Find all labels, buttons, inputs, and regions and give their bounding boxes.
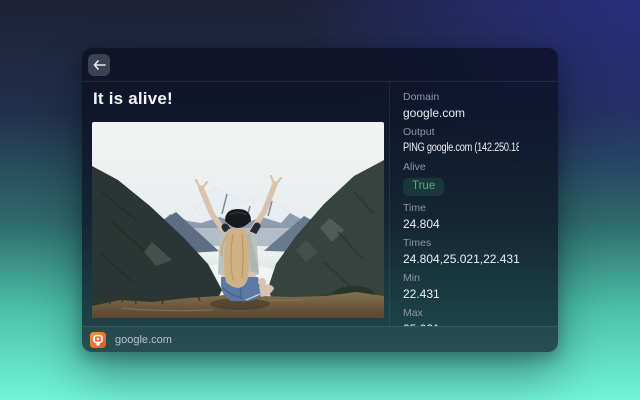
card-body: It is alive! bbox=[82, 82, 558, 326]
detail-value: PING google.com (142.250.185.14):... bbox=[403, 141, 519, 156]
page-title: It is alive! bbox=[93, 88, 383, 110]
details-panel[interactable]: Domain google.com Output PING google.com… bbox=[390, 82, 558, 326]
detail-label: Min bbox=[403, 272, 548, 285]
footer-site-name: google.com bbox=[115, 333, 172, 347]
left-column: It is alive! bbox=[82, 82, 390, 326]
detail-row: Alive True bbox=[403, 161, 548, 197]
back-button[interactable] bbox=[88, 54, 110, 76]
detail-value: google.com bbox=[403, 106, 548, 121]
detail-value: 22.431 bbox=[403, 287, 548, 302]
arrow-left-icon bbox=[93, 60, 106, 70]
detail-label: Output bbox=[403, 126, 548, 139]
detail-row: Output PING google.com (142.250.185.14):… bbox=[403, 126, 548, 156]
detail-value: 24.804,25.021,22.431 bbox=[403, 252, 548, 267]
detail-label: Max bbox=[403, 307, 548, 320]
detail-row: Domain google.com bbox=[403, 91, 548, 121]
detail-label: Time bbox=[403, 202, 548, 215]
card-footer: google.com bbox=[82, 326, 558, 352]
orange-app-logo-icon bbox=[90, 332, 106, 348]
detail-row: Min 22.431 bbox=[403, 272, 548, 302]
hero-photo bbox=[92, 122, 384, 318]
detail-row: Time 24.804 bbox=[403, 202, 548, 232]
detail-label: Alive bbox=[403, 161, 548, 174]
detail-label: Times bbox=[403, 237, 548, 250]
detail-row: Max 25.021 bbox=[403, 307, 548, 327]
page-background: It is alive! bbox=[0, 0, 640, 400]
monitor-detail-card: It is alive! bbox=[82, 48, 558, 352]
detail-value: 24.804 bbox=[403, 217, 548, 232]
mountain-lake-photo-illustration bbox=[92, 122, 384, 318]
detail-label: Domain bbox=[403, 91, 548, 104]
card-header bbox=[82, 48, 558, 82]
detail-row: Times 24.804,25.021,22.431 bbox=[403, 237, 548, 267]
alive-status-badge: True bbox=[403, 178, 444, 196]
